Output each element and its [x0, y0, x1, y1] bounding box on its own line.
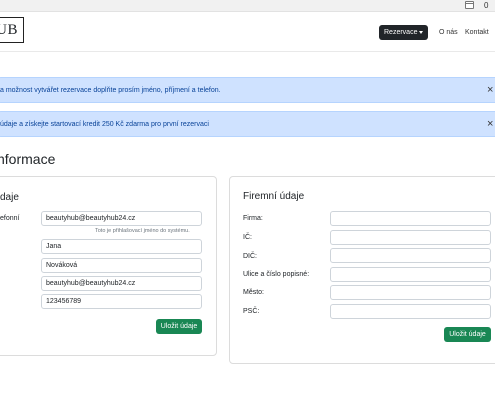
reservation-button-label: Rezervace [384, 29, 418, 36]
zip-label: PSČ: [243, 308, 260, 315]
caret-down-icon [419, 31, 423, 34]
street-field[interactable] [330, 267, 491, 282]
top-strip: 0 [0, 0, 495, 12]
alert-credit: údaje a získejte startovací kredit 250 K… [0, 111, 495, 137]
street-label: Ulice a číslo popisné: [243, 271, 310, 278]
nav-link-contact[interactable]: Kontakt [465, 28, 489, 37]
calendar-icon[interactable] [465, 1, 474, 9]
card-title: daje [0, 192, 19, 203]
phone-field[interactable]: 123456789 [41, 294, 202, 309]
first-name-field[interactable]: Jana [41, 239, 202, 254]
company-info-card: Firemní údaje Firma: IČ: DIČ: Ulice a čí… [229, 176, 495, 364]
save-personal-button[interactable]: Uložit údaje [156, 319, 202, 334]
dic-label: DIČ: [243, 253, 257, 260]
close-icon[interactable]: × [487, 119, 493, 130]
alert-complete-profile: a možnost vytvářet rezervace doplňte pro… [0, 77, 495, 103]
navbar: UB Rezervace O nás Kontakt [0, 12, 495, 52]
reservation-dropdown-button[interactable]: Rezervace [379, 25, 428, 40]
login-field[interactable]: beautyhub@beautyhub24.cz [41, 211, 202, 226]
ico-label: IČ: [243, 234, 252, 241]
company-field[interactable] [330, 211, 491, 226]
zip-field[interactable] [330, 304, 491, 319]
last-name-field[interactable]: Nováková [41, 258, 202, 273]
email-field[interactable]: beautyhub@beautyhub24.cz [41, 276, 202, 291]
page-title: nformace [0, 151, 56, 167]
login-help-text: Toto je přihlašovací jméno do systému. [95, 228, 190, 234]
logo[interactable]: UB [0, 17, 24, 43]
ico-field[interactable] [330, 230, 491, 245]
alert-text: údaje a získejte startovací kredit 250 K… [0, 121, 209, 128]
personal-info-card: daje efonní beautyhub@beautyhub24.cz Tot… [0, 176, 217, 356]
save-company-button[interactable]: Uložit údaje [444, 327, 491, 342]
alert-text: a možnost vytvářet rezervace doplňte pro… [0, 87, 221, 94]
close-icon[interactable]: × [487, 85, 493, 96]
card-title: Firemní údaje [243, 191, 305, 202]
notification-count: 0 [484, 1, 489, 10]
login-label: efonní [0, 215, 20, 222]
company-label: Firma: [243, 215, 263, 222]
dic-field[interactable] [330, 248, 491, 263]
city-label: Město: [243, 289, 265, 296]
nav-link-about[interactable]: O nás [439, 28, 458, 37]
city-field[interactable] [330, 285, 491, 300]
